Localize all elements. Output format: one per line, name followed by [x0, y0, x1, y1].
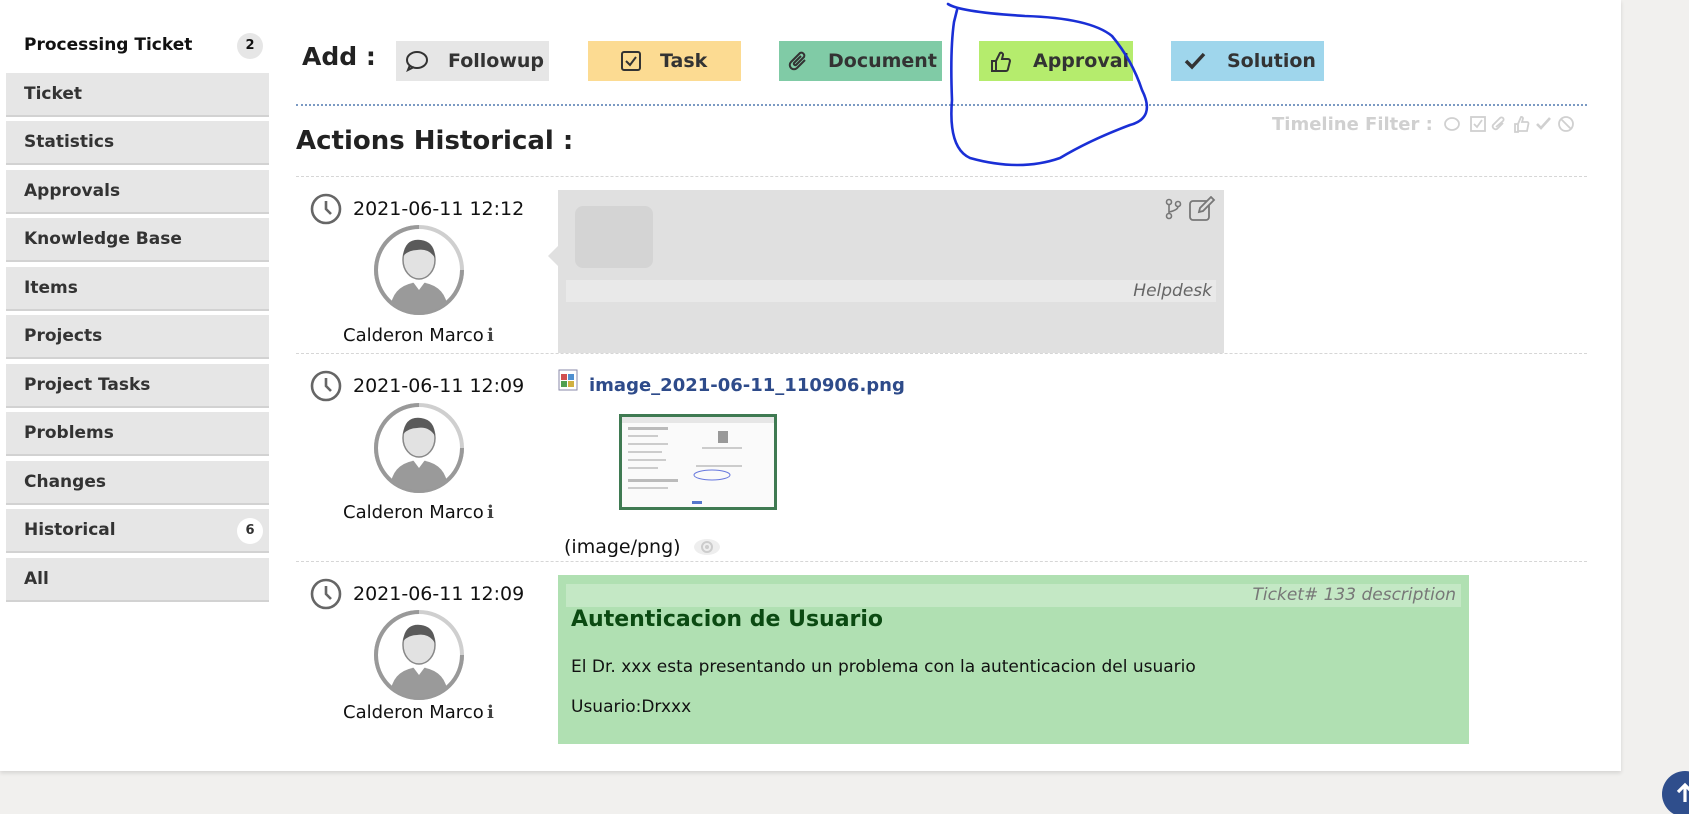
speech-bubble-icon [575, 206, 653, 268]
mime-type: (image/png) [564, 536, 681, 558]
description-label: Ticket# 133 description [1252, 585, 1456, 605]
entry-date: 2021-06-11 12:12 [353, 198, 525, 220]
sidebar-item-project-tasks[interactable]: Project Tasks [6, 363, 269, 408]
sidebar-item-statistics[interactable]: Statistics [6, 121, 269, 165]
checkbox-icon [621, 51, 641, 71]
sidebar-item-label: Historical [24, 520, 116, 540]
entry-date: 2021-06-11 12:09 [353, 583, 525, 605]
sidebar-item-projects[interactable]: Projects [6, 315, 269, 359]
followup-content: Helpdesk [548, 190, 1224, 353]
filter-followup-icon[interactable] [1444, 117, 1460, 131]
add-label: Add : [302, 42, 376, 71]
info-icon[interactable]: i [487, 325, 494, 346]
sidebar-item-label: Statistics [24, 132, 115, 152]
add-followup-button[interactable]: Followup [396, 41, 549, 81]
button-label: Task [660, 50, 708, 72]
sidebar-item-label: Approvals [24, 180, 121, 201]
add-task-button[interactable]: Task [588, 41, 741, 81]
sidebar-item-historical[interactable]: Historical 6 [6, 509, 269, 553]
sidebar-item-problems[interactable]: Problems [6, 412, 269, 456]
description-text: Usuario:Drxxx [571, 697, 692, 717]
sidebar-item-label: Items [24, 277, 78, 298]
filter-document-icon[interactable] [1491, 116, 1505, 131]
sidebar-item-label: Processing Ticket [24, 35, 193, 55]
count-badge: 2 [237, 33, 263, 59]
main-panel: Processing Ticket 2 Ticket Statistics Ap… [0, 0, 1621, 771]
filter-task-icon[interactable] [1470, 116, 1486, 132]
add-document-button[interactable]: Document [779, 41, 942, 81]
info-icon[interactable]: i [487, 702, 494, 723]
arrow-up-icon [1676, 782, 1689, 802]
info-icon[interactable]: i [487, 502, 494, 523]
clock-icon [310, 193, 342, 225]
sidebar-item-label: Project Tasks [24, 374, 151, 395]
count-badge: 6 [237, 518, 263, 544]
sidebar-item-processing-ticket[interactable]: Processing Ticket 2 [6, 24, 269, 68]
avatar [374, 403, 464, 493]
clock-icon [310, 370, 342, 402]
description-text: El Dr. xxx esta presentando un problema … [571, 657, 1196, 677]
sidebar-item-label: Projects [24, 326, 103, 346]
divider [296, 561, 1587, 562]
eye-icon[interactable] [693, 537, 721, 557]
sidebar-item-label: Knowledge Base [24, 229, 182, 249]
pointer-arrow [548, 246, 558, 266]
sidebar-item-items[interactable]: Items [6, 266, 269, 311]
description-heading: Autenticacion de Usuario [571, 607, 884, 632]
button-label: Document [828, 50, 937, 72]
avatar [374, 610, 464, 700]
button-label: Followup [448, 50, 545, 72]
filter-solution-icon[interactable] [1536, 117, 1551, 130]
image-file-icon [558, 369, 578, 391]
sidebar-item-all[interactable]: All [6, 557, 269, 602]
document-link[interactable]: image_2021-06-11_110906.png [589, 375, 905, 396]
avatar [374, 225, 464, 315]
branch-icon[interactable] [1164, 198, 1182, 220]
sidebar-item-label: All [24, 568, 49, 589]
sidebar-item-approvals[interactable]: Approvals [6, 169, 269, 214]
timeline-filter-label: Timeline Filter : [1272, 114, 1433, 135]
speech-bubble-icon [406, 51, 428, 72]
entry-source: Helpdesk [1133, 281, 1212, 301]
timeline-filter-icons [1444, 116, 1574, 133]
clock-icon [310, 578, 342, 610]
divider [296, 176, 1587, 177]
filter-approval-icon[interactable] [1514, 116, 1530, 133]
image-thumbnail[interactable] [619, 414, 777, 510]
sidebar-item-knowledge-base[interactable]: Knowledge Base [6, 218, 269, 262]
filter-refused-icon[interactable] [1558, 116, 1574, 132]
entry-date: 2021-06-11 12:09 [353, 375, 525, 397]
sidebar-item-label: Problems [24, 423, 114, 443]
entry-author: Calderon Marco [343, 325, 484, 346]
sidebar-item-label: Ticket [24, 83, 83, 104]
paperclip-icon [788, 51, 806, 71]
edit-icon[interactable] [1188, 196, 1216, 222]
sidebar-item-changes[interactable]: Changes [6, 460, 269, 505]
entry-author: Calderon Marco [343, 502, 484, 523]
footer-strip [566, 280, 1216, 302]
sidebar: Processing Ticket 2 Ticket Statistics Ap… [6, 24, 269, 606]
scroll-to-top-button[interactable] [1662, 771, 1689, 814]
divider [296, 353, 1587, 354]
annotation-circle [946, 2, 1149, 167]
ticket-description: Ticket# 133 description Autenticacion de… [558, 575, 1469, 744]
page-title: Actions Historical : [296, 126, 574, 156]
entry-author: Calderon Marco [343, 702, 484, 723]
sidebar-item-ticket[interactable]: Ticket [6, 72, 269, 117]
sidebar-item-label: Changes [24, 471, 106, 492]
button-label: Solution [1227, 50, 1316, 72]
